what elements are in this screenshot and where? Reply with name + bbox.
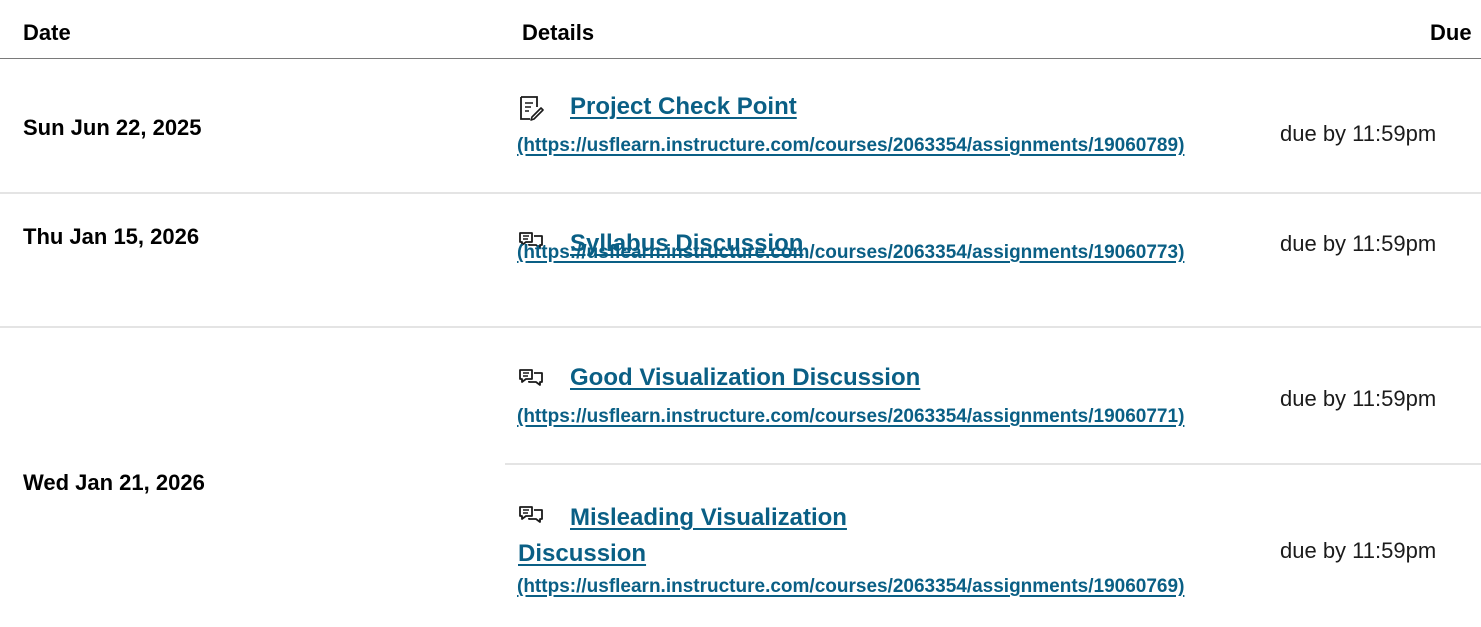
- row-divider: [0, 326, 1481, 328]
- row-divider: [0, 192, 1481, 194]
- due-text: due by 11:59pm: [1280, 386, 1437, 411]
- due-text: due by 11:59pm: [1280, 538, 1437, 563]
- column-header-due: Due: [1430, 20, 1472, 45]
- discussion-url-link[interactable]: (https://usflearn.instructure.com/course…: [517, 406, 1184, 428]
- column-header-details: Details: [522, 20, 595, 45]
- assignment-title-link[interactable]: Project Check Point: [518, 93, 797, 121]
- row-date: Sun Jun 22, 2025: [23, 115, 202, 140]
- assignment-url-link[interactable]: (https://usflearn.instructure.com/course…: [517, 135, 1184, 157]
- item-divider: [505, 463, 1481, 465]
- column-header-date: Date: [23, 20, 71, 45]
- discussion-title-link[interactable]: Good Visualization Discussion: [518, 364, 920, 392]
- row-date: Thu Jan 15, 2026: [23, 224, 200, 249]
- row-date: Wed Jan 21, 2026: [23, 470, 205, 495]
- discussion-url-link[interactable]: (https://usflearn.instructure.com/course…: [517, 242, 1184, 264]
- discussion-url-link[interactable]: (https://usflearn.instructure.com/course…: [517, 576, 1184, 598]
- discussion-title-link[interactable]: Misleading Visualization Discussion: [518, 500, 958, 572]
- due-text: due by 11:59pm: [1280, 121, 1437, 146]
- header-divider: [0, 58, 1481, 59]
- due-text: due by 11:59pm: [1280, 231, 1437, 256]
